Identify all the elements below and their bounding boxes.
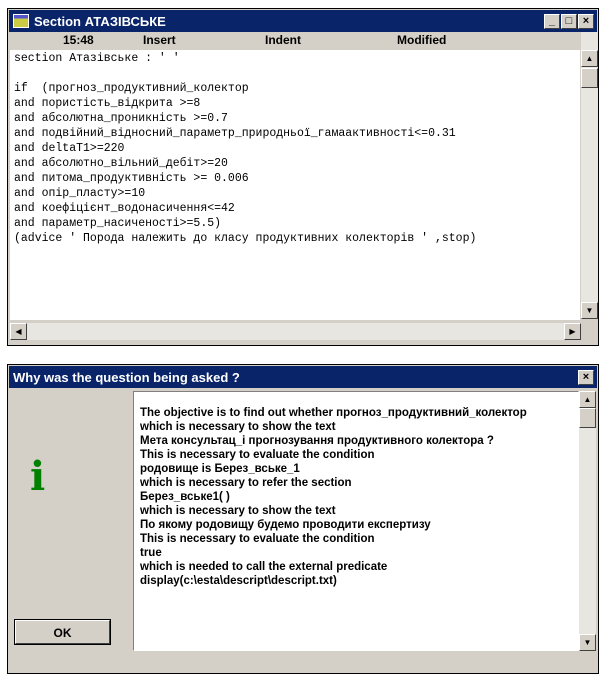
explanation-text-box[interactable]: The objective is to find out whether про… <box>133 391 579 651</box>
explanation-line: which is necessary to show the text <box>140 505 336 517</box>
code-line: and параметр_насиченості>=5.5) <box>14 217 222 230</box>
explanation-line: which is necessary to show the text <box>140 421 336 433</box>
explanation-line: Берез_вське1( ) <box>140 491 230 503</box>
minimize-icon: _ <box>548 14 556 27</box>
explanation-lines: The objective is to find out whether про… <box>134 392 578 588</box>
explanation-line: which is necessary to refer the section <box>140 477 352 489</box>
status-time: 15:48 <box>63 33 94 47</box>
status-indent: Indent <box>265 33 301 47</box>
dialog-scroll-thumb[interactable] <box>579 408 596 428</box>
editor-lines: section Атазівське : ' ' if (прогноз_про… <box>10 50 580 246</box>
dialog-title: Why was the question being asked ? <box>13 369 240 385</box>
arrow-down-icon: ▼ <box>583 638 592 647</box>
explanation-line: which is needed to call the external pre… <box>140 561 388 573</box>
explanation-line: По якому родовищу будемо проводити експе… <box>140 519 431 531</box>
arrow-up-icon: ▲ <box>583 395 592 404</box>
editor-vertical-scrollbar[interactable]: ▲ ▼ <box>581 32 598 319</box>
scroll-right-button[interactable]: ▶ <box>564 323 581 340</box>
explanation-line: The objective is to find out whether про… <box>140 407 527 419</box>
close-button[interactable]: × <box>578 13 594 29</box>
dialog-close-button[interactable]: × <box>578 369 594 385</box>
close-icon: × <box>582 14 590 27</box>
explanation-line: This is necessary to evaluate the condit… <box>140 449 375 461</box>
code-line: and коефіцієнт_водонасичення<=42 <box>14 202 235 215</box>
why-dialog: Why was the question being asked ? × i T… <box>7 364 599 674</box>
status-insert: Insert <box>143 33 176 47</box>
arrow-down-icon: ▼ <box>585 306 594 315</box>
scroll-up-button[interactable]: ▲ <box>581 50 598 67</box>
minimize-button[interactable]: _ <box>544 13 560 29</box>
code-line: and deltaT1>=220 <box>14 142 125 155</box>
ok-button[interactable]: OK <box>14 619 111 645</box>
code-line: and подвійний_відносний_параметр_природн… <box>14 127 456 140</box>
editor-titlebar[interactable]: Section АТАЗІВСЬКЕ _ □ × <box>9 10 597 32</box>
explanation-line: родовище is Берез_вське_1 <box>140 463 300 475</box>
dialog-titlebar[interactable]: Why was the question being asked ? × <box>9 366 597 388</box>
maximize-icon: □ <box>565 14 573 27</box>
dialog-scroll-down-button[interactable]: ▼ <box>579 634 596 651</box>
scroll-down-button[interactable]: ▼ <box>581 302 598 319</box>
status-modified: Modified <box>397 33 447 47</box>
code-line: section Атазівське : ' ' <box>14 52 180 65</box>
app-icon <box>13 14 29 28</box>
maximize-button[interactable]: □ <box>561 13 577 29</box>
editor-text-area[interactable]: section Атазівське : ' ' if (прогноз_про… <box>10 50 580 320</box>
scroll-thumb[interactable] <box>581 68 598 88</box>
explanation-line: true <box>140 547 162 559</box>
explanation-line: Мета консультац_і прогнозування продукти… <box>140 435 494 447</box>
arrow-right-icon: ▶ <box>569 327 576 336</box>
explanation-line: display(c:\esta\descript\descript.txt) <box>140 575 337 587</box>
code-line: if (прогноз_продуктивний_колектор <box>14 82 249 95</box>
arrow-left-icon: ◀ <box>15 327 22 336</box>
editor-status-bar: 15:48 Insert Indent Modified <box>9 32 597 49</box>
code-line: and пористість_відкрита >=8 <box>14 97 201 110</box>
explanation-line: This is necessary to evaluate the condit… <box>140 533 375 545</box>
editor-window: Section АТАЗІВСЬКЕ _ □ × 15:48 Insert In… <box>7 8 599 346</box>
code-line: and питома_продуктивність >= 0.006 <box>14 172 249 185</box>
code-line: and абсолютна_проникність >=0.7 <box>14 112 228 125</box>
code-line: (advice ' Порода належить до класу проду… <box>14 232 477 245</box>
editor-title: Section АТАЗІВСЬКЕ <box>34 13 166 29</box>
editor-horizontal-scrollbar[interactable]: ◀ ▶ <box>10 323 581 340</box>
close-icon: × <box>582 370 590 383</box>
dialog-scroll-up-button[interactable]: ▲ <box>579 391 596 408</box>
scroll-left-button[interactable]: ◀ <box>10 323 27 340</box>
code-line: and абсолютно_вільний_дебіт>=20 <box>14 157 228 170</box>
info-icon: i <box>30 453 46 500</box>
arrow-up-icon: ▲ <box>585 54 594 63</box>
dialog-vertical-scrollbar[interactable]: ▲ ▼ <box>579 391 596 651</box>
code-line: and опір_пласту>=10 <box>14 187 146 200</box>
